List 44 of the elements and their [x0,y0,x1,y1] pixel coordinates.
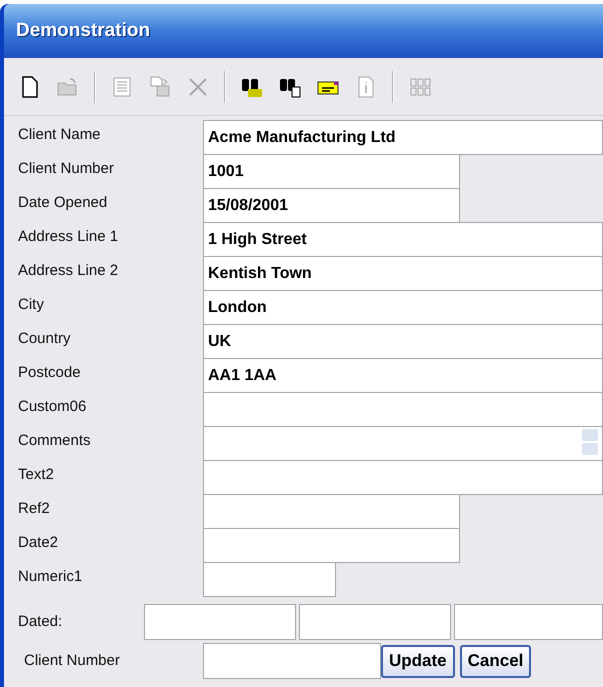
cancel-button[interactable]: Cancel [460,644,532,678]
field-label: Client Name [17,125,102,145]
field-value: London [208,298,267,318]
field-value: AA1 1AA [208,366,276,386]
text-field[interactable]: London [203,290,603,325]
field-value: 15/08/2001 [208,196,288,216]
field-label: Address Line 1 [17,227,120,247]
field-label: City [17,295,45,315]
text-field[interactable] [203,562,336,597]
field-label: Date2 [17,533,60,553]
text-field[interactable]: 15/08/2001 [203,188,460,223]
update-button[interactable]: Update [381,644,455,678]
field-value: 1001 [208,162,244,182]
window-title: Demonstration [16,18,150,43]
date-field[interactable] [144,604,296,640]
field-label: Comments [17,431,92,451]
field-value: 1 High Street [208,230,307,250]
text-field[interactable] [203,392,603,427]
field-value: UK [208,332,232,352]
text-field[interactable]: AA1 1AA [203,358,603,393]
text-field[interactable] [203,494,460,529]
text-field[interactable]: 1001 [203,154,460,189]
field-label: Country [17,329,72,349]
dated-label: Dated: [17,612,64,632]
field-label: Date Opened [17,193,108,213]
field-label: Ref2 [17,499,51,519]
search-label: Client Number [23,650,121,671]
date-field[interactable] [299,604,452,640]
field-label: Custom06 [17,397,88,417]
field-value: Acme Manufacturing Ltd [208,128,396,148]
client-number-field[interactable] [203,643,381,679]
text-field[interactable]: UK [203,324,603,359]
text-field[interactable]: Acme Manufacturing Ltd [203,120,603,155]
field-value: Kentish Town [208,264,312,284]
field-label: Numeric1 [17,567,84,587]
field-label: Address Line 2 [17,261,120,281]
field-label: Text2 [17,465,55,485]
text-field[interactable] [203,528,460,563]
text-field[interactable]: Kentish Town [203,256,603,291]
field-label: Postcode [17,363,82,383]
text-field[interactable]: 1 High Street [203,222,603,257]
date-field[interactable] [454,604,603,640]
text-field[interactable] [203,460,603,495]
field-label: Client Number [17,159,115,179]
